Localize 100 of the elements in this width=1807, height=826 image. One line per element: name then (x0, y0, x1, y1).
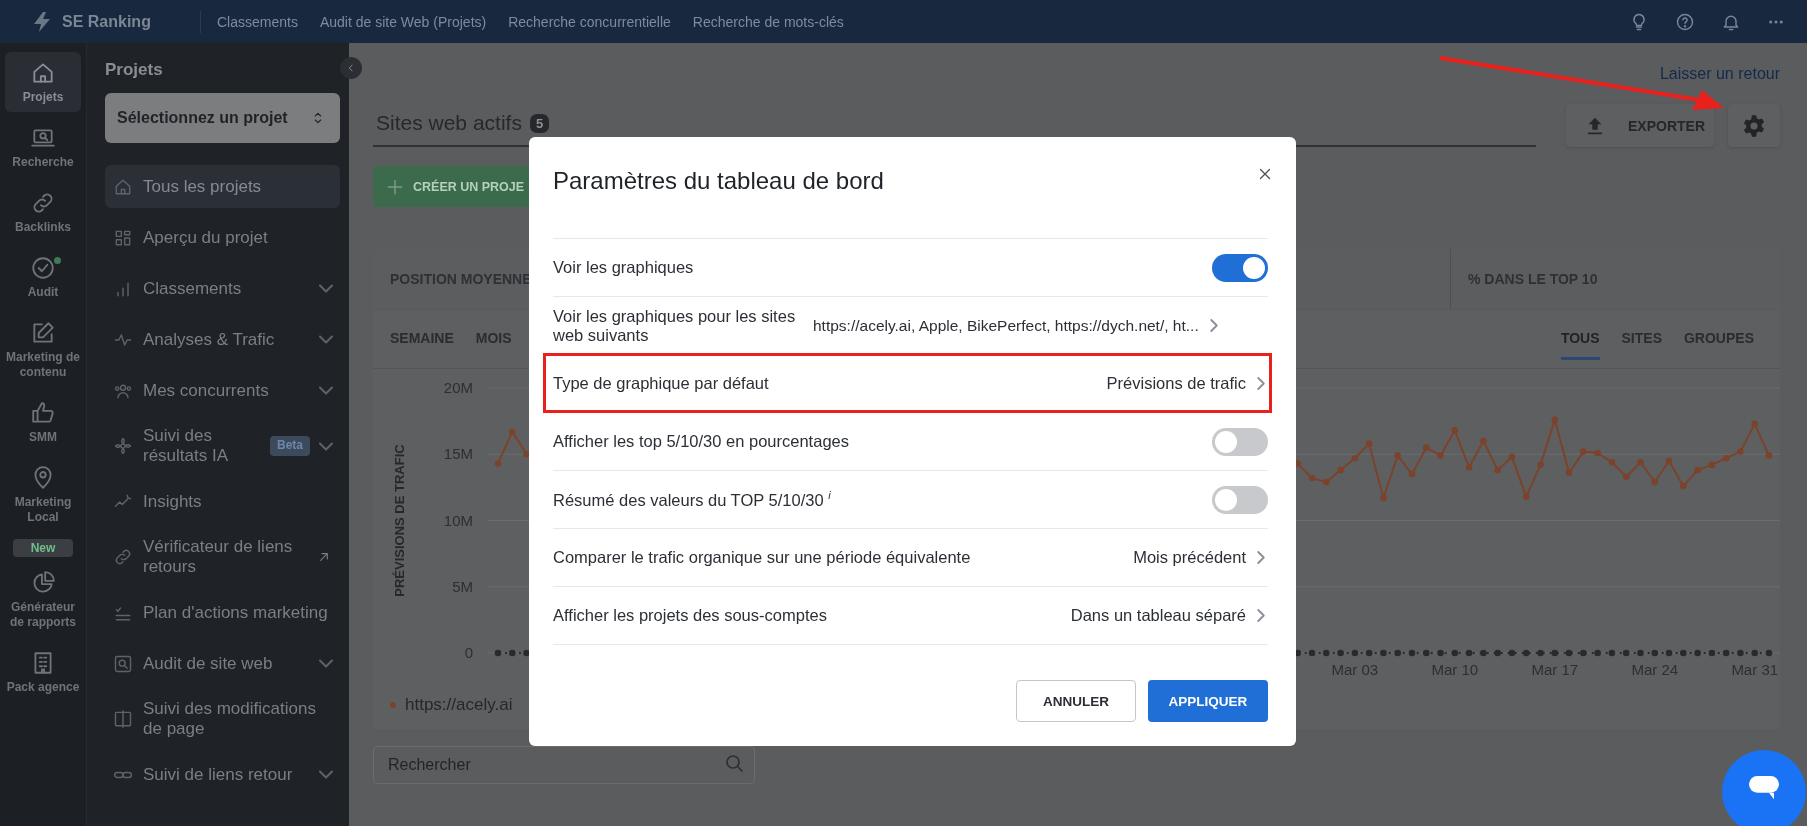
settings-icon (1741, 112, 1767, 139)
data-point (1737, 649, 1744, 657)
sidebar-item[interactable]: Audit de site web (105, 642, 340, 685)
data-point (1651, 649, 1659, 657)
cancel-button[interactable]: ANNULER (1016, 680, 1136, 722)
nav-link[interactable]: Audit de site Web (Projets) (319, 13, 487, 30)
setting-label: Voir les graphiques (553, 258, 695, 277)
nav-link[interactable]: Recherche de mots-clés (692, 13, 844, 30)
sidebar-item[interactable]: Suivi des modifications de page (105, 693, 340, 745)
data-point (1437, 452, 1444, 459)
data-point (1751, 649, 1758, 657)
data-point (1537, 461, 1544, 469)
data-point (1380, 494, 1387, 502)
toggle-switch[interactable] (1212, 427, 1268, 456)
legend-label: https://acely.ai (405, 695, 513, 715)
rail-item[interactable]: Backlinks (5, 182, 81, 242)
search-field[interactable]: Rechercher (373, 746, 755, 784)
data-point (1408, 470, 1416, 478)
setting-label: Type de graphique par défaut (553, 374, 770, 393)
project-select[interactable]: Sélectionnez un projet (105, 93, 340, 143)
rail-item[interactable]: Marketing Local (5, 457, 81, 532)
data-point (1337, 466, 1344, 474)
setting-select[interactable]: https://acely.ai, Apple, BikePerfect, https://dych.net/, ht... (813, 316, 1221, 335)
data-point (1365, 649, 1373, 657)
sidebar-item[interactable]: Aperçu du projet (105, 216, 340, 259)
sidebar-item[interactable]: Suivi de liens retour (105, 753, 340, 796)
data-point (1608, 458, 1616, 466)
data-point (1522, 649, 1530, 657)
setting-select[interactable]: Mois précédent (1133, 548, 1268, 567)
view-tab[interactable]: TOUS (1560, 310, 1600, 360)
chevron-right-icon (1258, 378, 1264, 389)
rail-item[interactable]: Recherche (5, 117, 81, 177)
data-point (1594, 449, 1601, 457)
sidebar-item[interactable]: Vérificateur de liens retours (105, 531, 340, 583)
nav-link[interactable]: Recherche concurrentielle (508, 13, 671, 30)
setting-label: Comparer le trafic organique sur une période équivalente (553, 548, 972, 567)
data-point (1508, 453, 1516, 461)
sidebar-item[interactable]: Plan d'actions marketing (105, 591, 340, 634)
rail-item[interactable]: Pack agence (5, 642, 81, 702)
nav-link[interactable]: Classements (217, 13, 298, 30)
rail-item[interactable]: Générateur de rapports (5, 562, 81, 637)
logo-text: SE Ranking (62, 12, 151, 31)
data-point (1494, 649, 1501, 657)
data-point (1565, 469, 1573, 477)
toggle-switch[interactable] (1212, 253, 1268, 282)
data-point (1608, 649, 1616, 657)
data-point (1394, 649, 1401, 657)
feedback-link[interactable]: Laisser un retour (1659, 65, 1780, 83)
apply-button[interactable]: APPLIQUER (1148, 680, 1268, 722)
sidebar-item[interactable]: Mes concurrents (105, 369, 340, 412)
sidebar-title: Projets (105, 60, 164, 80)
data-point (1765, 452, 1773, 459)
data-point (523, 649, 530, 657)
sidebar-item[interactable]: Classements (105, 267, 340, 310)
data-point (1637, 458, 1644, 466)
sidebar-item[interactable]: Suivi des résultats IA Beta (105, 420, 340, 472)
toggle-switch[interactable] (1212, 485, 1268, 514)
data-point (523, 450, 530, 458)
setting-label: Voir les graphiques pour les sites web suivants (553, 306, 797, 345)
export-button[interactable]: EXPORTER (1566, 104, 1714, 147)
setting-select[interactable]: Prévisions de trafic (1106, 374, 1268, 393)
sidebar-item[interactable]: Analyses & Trafic (105, 318, 340, 361)
data-point (1380, 649, 1387, 657)
rail-item[interactable]: Projets (5, 52, 81, 112)
rail-item[interactable]: SMM (5, 392, 81, 452)
data-point (1308, 474, 1316, 482)
edit-icon (30, 320, 56, 346)
collapse-button[interactable] (340, 57, 362, 79)
data-point (1323, 478, 1330, 486)
sidebar-item[interactable]: Insights (105, 480, 340, 523)
sidebar-item[interactable]: Tous les projets (105, 165, 340, 208)
rail-item[interactable]: Marketing de contenu (5, 312, 81, 387)
data-point (1480, 649, 1487, 657)
data-point (494, 649, 502, 657)
data-point (1451, 427, 1459, 434)
data-point (1465, 464, 1473, 471)
data-point (1365, 440, 1373, 447)
data-point (1565, 649, 1573, 657)
help-icon[interactable] (1675, 11, 1695, 32)
new-badge: New (12, 539, 74, 557)
data-point (1408, 649, 1416, 657)
check-circle-icon (30, 255, 56, 281)
setting-select[interactable]: Dans un tableau séparé (1070, 606, 1268, 625)
data-point (1323, 649, 1330, 657)
data-point (1537, 649, 1544, 657)
data-point (1580, 649, 1587, 657)
data-point (1737, 448, 1744, 455)
flower-icon (113, 436, 133, 456)
data-point (1694, 466, 1701, 474)
thumbs-up-icon (30, 400, 56, 426)
settings-button[interactable] (1728, 104, 1780, 147)
data-point (1765, 649, 1773, 657)
data-point (1522, 493, 1530, 500)
rail-item[interactable]: Audit (5, 247, 81, 307)
data-point (1422, 649, 1430, 657)
setting-label: Afficher les top 5/10/30 en pourcentages (553, 432, 850, 451)
data-point (1394, 452, 1401, 459)
setting-label: Résumé des valeurs du TOP 5/10/30 $^{i}$ (553, 489, 832, 510)
data-point (1351, 454, 1359, 462)
data-point (1451, 649, 1459, 657)
